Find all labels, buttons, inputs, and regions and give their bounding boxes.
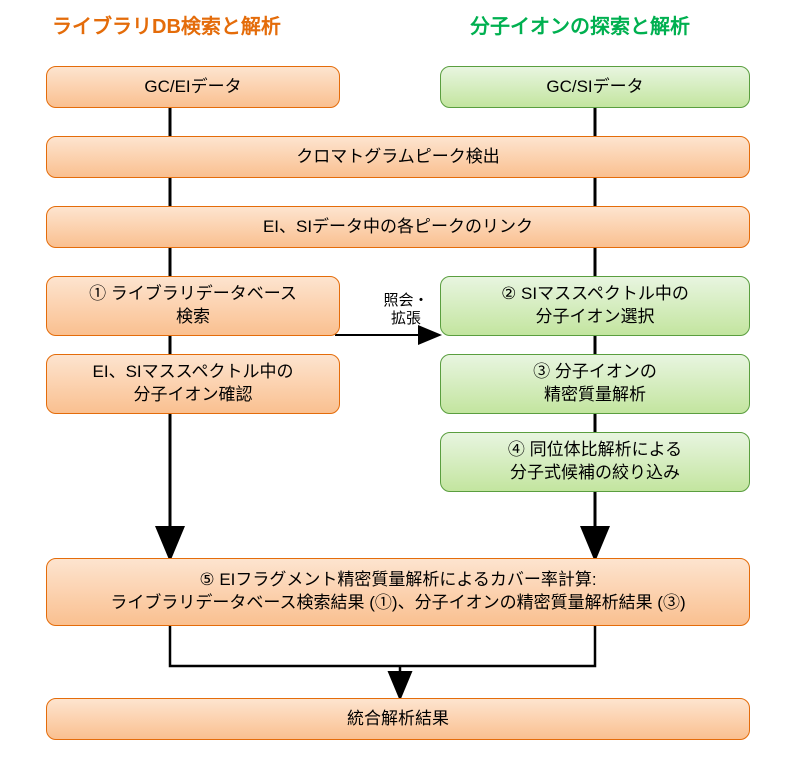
box-gc-ei: GC/EIデータ <box>46 66 340 108</box>
box-isotope-l1: ④ 同位体比解析による <box>508 439 682 462</box>
box-result: 統合解析結果 <box>46 698 750 740</box>
box-isotope-l2: 分子式候補の絞り込み <box>510 462 680 485</box>
box-gc-si: GC/SIデータ <box>440 66 750 108</box>
box-lib-search: ① ライブラリデータベース 検索 <box>46 276 340 336</box>
header-library: ライブラリDB検索と解析 <box>52 10 281 39</box>
box-precise-l1: ③ 分子イオンの <box>533 361 657 384</box>
box-fragment: ⑤ EIフラグメント精密質量解析によるカバー率計算: ライブラリデータベース検索… <box>46 558 750 626</box>
box-fragment-l1: ⑤ EIフラグメント精密質量解析によるカバー率計算: <box>199 569 596 592</box>
box-chromato-label: クロマトグラムピーク検出 <box>296 146 500 169</box>
box-si-select: ② SIマススペクトル中の 分子イオン選択 <box>440 276 750 336</box>
box-ion-confirm: EI、SIマススペクトル中の 分子イオン確認 <box>46 354 340 414</box>
box-gc-si-label: GC/SIデータ <box>546 76 643 99</box>
box-isotope: ④ 同位体比解析による 分子式候補の絞り込み <box>440 432 750 492</box>
box-si-select-l1: ② SIマススペクトル中の <box>501 283 689 306</box>
box-fragment-l2: ライブラリデータベース検索結果 (①)、分子イオンの精密質量解析結果 (③) <box>110 592 685 615</box>
box-lib-search-l1: ① ライブラリデータベース <box>89 283 297 306</box>
box-result-label: 統合解析結果 <box>347 708 449 731</box>
box-ion-confirm-l2: 分子イオン確認 <box>134 384 253 407</box>
box-precise-l2: 精密質量解析 <box>544 384 646 407</box>
annotation-shoukai: 照会・ 拡張 <box>376 292 436 328</box>
box-lib-search-l2: 検索 <box>176 306 210 329</box>
box-chromato: クロマトグラムピーク検出 <box>46 136 750 178</box>
annotation-l2: 拡張 <box>391 310 421 327</box>
box-ion-confirm-l1: EI、SIマススペクトル中の <box>93 361 294 384</box>
box-gc-ei-label: GC/EIデータ <box>144 76 241 99</box>
box-precise: ③ 分子イオンの 精密質量解析 <box>440 354 750 414</box>
box-si-select-l2: 分子イオン選択 <box>536 306 655 329</box>
header-ion: 分子イオンの探索と解析 <box>470 10 690 39</box>
box-link-label: EI、SIデータ中の各ピークのリンク <box>263 216 533 239</box>
box-link: EI、SIデータ中の各ピークのリンク <box>46 206 750 248</box>
annotation-l1: 照会・ <box>383 292 428 309</box>
